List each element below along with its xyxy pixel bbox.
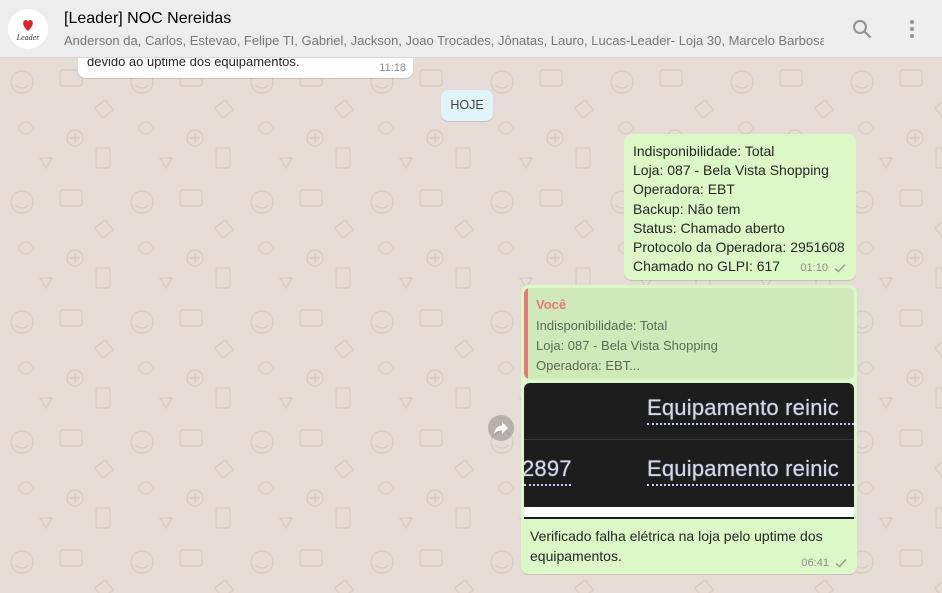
image-divider (524, 439, 854, 440)
forward-button[interactable] (488, 415, 514, 441)
image-bottom-band (524, 507, 854, 517)
quote-author: Você (536, 297, 567, 312)
quote-line: Loja: 087 - Bela Vista Shopping (536, 338, 718, 353)
date-divider: HOJE (441, 90, 493, 121)
previous-message[interactable]: devido ao uptime dos equipamentos. 11:18 (78, 58, 413, 78)
message-text: devido ao uptime dos equipamentos. (87, 58, 300, 69)
image-text: Equipamento reinic (647, 456, 839, 481)
participants-list[interactable]: Anderson da, Carlos, Estevao, Felipe TI,… (64, 33, 824, 48)
menu-icon[interactable] (900, 17, 924, 41)
chat-area[interactable]: devido ao uptime dos equipamentos. 11:18… (0, 58, 942, 593)
image-underline (647, 423, 854, 425)
image-attachment[interactable]: Equipamento reinic 2897 Equipamento rein… (524, 383, 854, 519)
message-body: Indisponibilidade: Total Loja: 087 - Bel… (633, 142, 845, 276)
message-line: Loja: 087 - Bela Vista Shopping (633, 162, 829, 179)
chat-header: Leader [Leader] NOC Nereidas Anderson da… (0, 0, 942, 58)
sent-check-icon (835, 559, 847, 568)
search-icon[interactable] (850, 17, 874, 41)
message-line: Backup: Não tem (633, 200, 741, 217)
image-underline (647, 484, 854, 486)
message-caption: Verificado falha elétrica na loja pelo u… (530, 528, 823, 564)
quote-line: Operadora: EBT... (536, 358, 641, 373)
image-text: Equipamento reinic (647, 395, 839, 420)
forward-icon (494, 422, 508, 435)
message-time: 06:41 (801, 557, 829, 569)
image-text: 2897 (524, 456, 572, 481)
message-status: 01:10 (800, 262, 846, 274)
message-line: Status: Chamado aberto (633, 219, 785, 236)
quoted-message[interactable]: Você Indisponibilidade: Total Loja: 087 … (524, 288, 854, 379)
quote-line: Indisponibilidade: Total (536, 318, 668, 333)
image-underline (524, 484, 571, 486)
outgoing-message[interactable]: Indisponibilidade: Total Loja: 087 - Bel… (624, 134, 856, 280)
svg-text:Leader: Leader (16, 33, 41, 42)
group-avatar[interactable]: Leader (8, 9, 48, 49)
message-line: Operadora: EBT (633, 181, 735, 198)
message-line: Indisponibilidade: Total (633, 143, 775, 159)
outgoing-image-message[interactable]: Você Indisponibilidade: Total Loja: 087 … (521, 285, 857, 574)
message-time: 01:10 (800, 262, 828, 274)
chat-title[interactable]: [Leader] NOC Nereidas (64, 10, 231, 28)
message-status: 06:41 (801, 557, 847, 569)
sent-check-icon (834, 264, 846, 273)
leader-logo-icon: Leader (8, 9, 48, 49)
message-line: Protocolo da Operadora: 2951608 (633, 239, 845, 256)
message-time: 11:18 (379, 62, 406, 74)
quote-accent-bar (524, 288, 528, 379)
